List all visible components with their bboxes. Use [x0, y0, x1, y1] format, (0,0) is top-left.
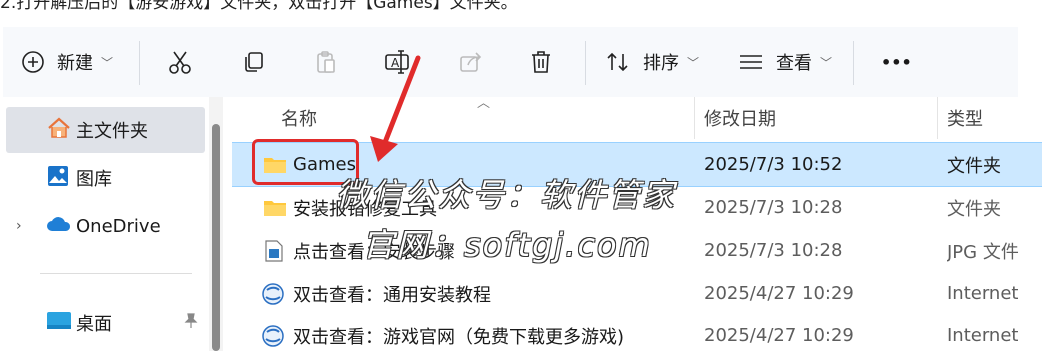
- sidebar-item-label: OneDrive: [76, 215, 161, 237]
- image-file-icon: [265, 229, 283, 272]
- toolbar-divider: [139, 41, 140, 85]
- copy-icon: [241, 49, 267, 75]
- paste-button[interactable]: [313, 27, 339, 97]
- home-icon: [47, 117, 71, 144]
- cloud-icon: [46, 215, 72, 238]
- copy-button[interactable]: [241, 27, 267, 97]
- file-type: 文件夹: [947, 155, 1001, 177]
- more-options-button[interactable]: •••: [881, 27, 912, 97]
- sidebar-item-label: 桌面: [76, 314, 112, 335]
- sidebar-divider: [40, 273, 192, 274]
- internet-shortcut-icon: [261, 272, 285, 315]
- share-icon: [458, 49, 484, 75]
- column-header-modified[interactable]: 修改日期: [704, 97, 776, 139]
- file-modified: 2025/7/3 10:28: [704, 197, 843, 218]
- file-type: JPG 文件: [947, 241, 1019, 263]
- new-label: 新建: [57, 53, 93, 74]
- file-row[interactable]: 双击查看：通用安装教程 2025/4/27 10:29 Internet: [232, 272, 1042, 315]
- folder-icon: [263, 186, 287, 229]
- cut-button[interactable]: [167, 27, 193, 97]
- sidebar-item-desktop[interactable]: 桌面: [0, 300, 205, 346]
- navigation-pane: 主文件夹 图库 › OneDrive 桌面: [0, 97, 232, 351]
- view-list-icon: [738, 52, 764, 72]
- watermark-line2: 官网：softgj.com: [362, 226, 652, 264]
- chevron-right-icon[interactable]: ›: [16, 218, 22, 234]
- toolbar-divider: [853, 41, 854, 85]
- share-button[interactable]: [458, 27, 484, 97]
- paste-icon: [313, 49, 339, 75]
- trash-icon: [529, 49, 553, 75]
- sidebar-item-gallery[interactable]: 图库: [0, 155, 205, 201]
- chevron-down-icon: ﹀: [687, 55, 700, 70]
- desktop-icon: [46, 310, 72, 337]
- column-header-name[interactable]: 名称: [281, 97, 317, 139]
- annotation-arrow-icon: [370, 55, 421, 162]
- file-type: Internet: [947, 283, 1019, 304]
- pin-icon[interactable]: [184, 313, 198, 333]
- command-bar: 新建 ﹀ A 排序 ﹀ 查看 ﹀ •••: [3, 27, 1018, 97]
- sort-ascending-icon: ︿: [477, 96, 491, 111]
- sort-icon: [605, 50, 631, 74]
- sidebar-item-label: 图库: [76, 169, 112, 190]
- column-header-type[interactable]: 类型: [947, 97, 983, 139]
- plus-icon: [21, 50, 45, 74]
- sort-label: 排序: [643, 53, 679, 74]
- instruction-caption: 2.打开解压后的【游安游戏】文件夹，双击打开【Games】文件夹。: [0, 0, 518, 12]
- chevron-down-icon: ﹀: [820, 55, 833, 70]
- column-divider[interactable]: [694, 97, 695, 139]
- view-label: 查看: [776, 53, 812, 74]
- sidebar-item-label: 主文件夹: [76, 121, 148, 142]
- file-name: 双击查看：通用安装教程: [293, 284, 491, 306]
- delete-button[interactable]: [529, 27, 553, 97]
- file-modified: 2025/7/3 10:52: [704, 154, 843, 175]
- watermark-line1: 微信公众号：软件管家: [336, 176, 677, 214]
- toolbar-divider: [585, 41, 586, 85]
- sidebar-item-onedrive[interactable]: › OneDrive: [0, 203, 205, 249]
- sidebar-scrollbar-thumb[interactable]: [212, 124, 220, 351]
- column-divider[interactable]: [937, 97, 938, 139]
- sidebar-item-home[interactable]: 主文件夹: [6, 107, 205, 153]
- new-button[interactable]: 新建 ﹀: [21, 27, 113, 97]
- file-modified: 2025/4/27 10:29: [704, 283, 854, 304]
- file-modified: 2025/7/3 10:28: [704, 240, 843, 261]
- file-type: 文件夹: [947, 198, 1001, 220]
- chevron-down-icon: ﹀: [101, 55, 114, 70]
- sort-button[interactable]: 排序 ﹀: [605, 27, 699, 97]
- view-button[interactable]: 查看 ﹀: [738, 27, 832, 97]
- gallery-icon: [46, 164, 70, 193]
- scissors-icon: [167, 49, 193, 75]
